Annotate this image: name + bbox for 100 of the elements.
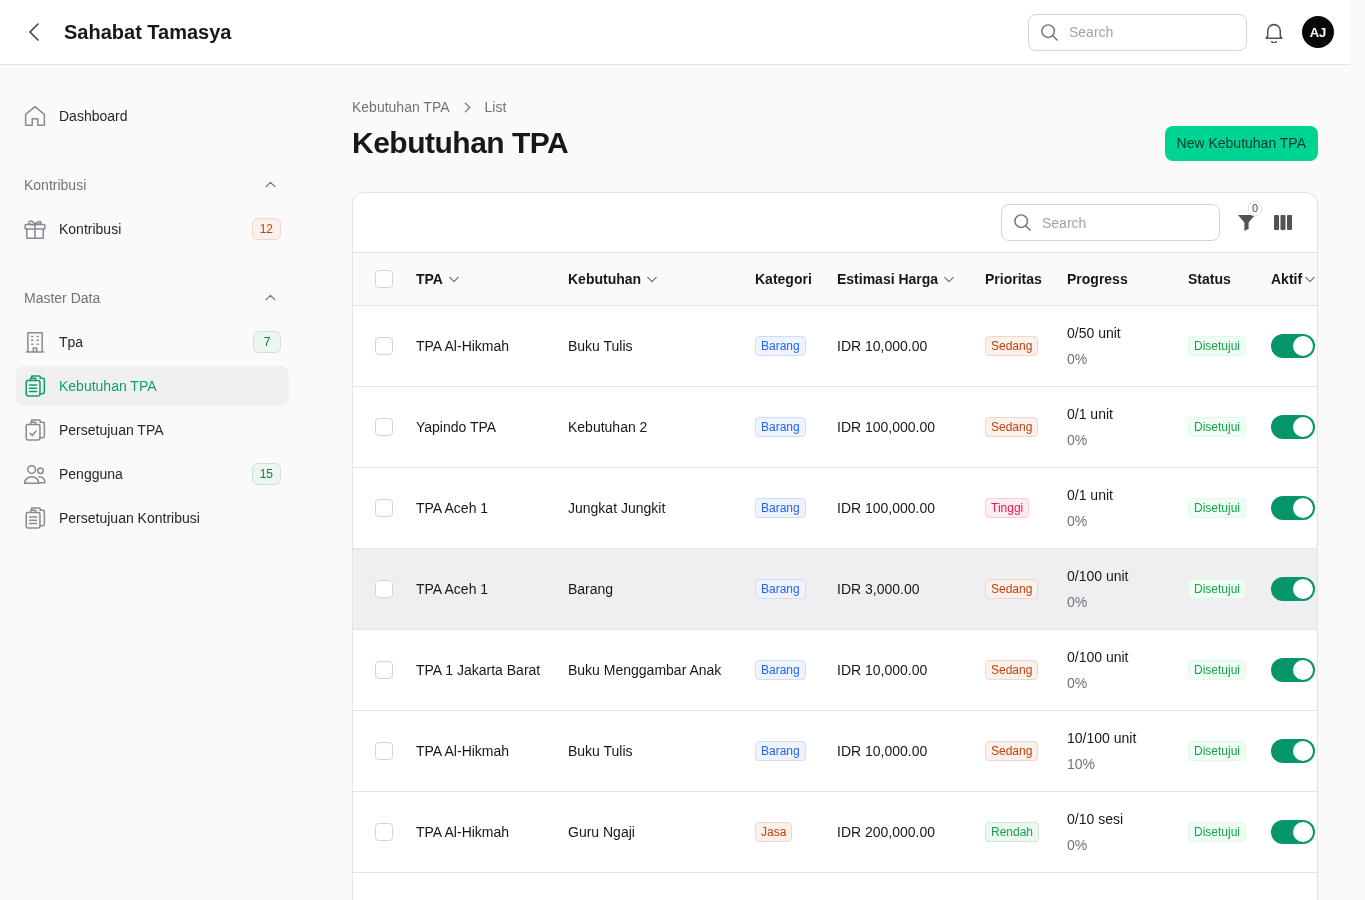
price-text: IDR 10,000.00 (837, 338, 928, 354)
tpa-name: TPA Al-Hikmah (416, 824, 510, 840)
column-header[interactable]: Aktif (1271, 271, 1316, 287)
progress-text: 0/50 unit (1067, 324, 1121, 343)
filter-icon[interactable] (1238, 214, 1255, 231)
bell-icon[interactable] (1265, 21, 1283, 43)
status-tag: Disetujui (1188, 498, 1247, 518)
count-badge: 12 (251, 218, 281, 240)
row-checkbox[interactable] (375, 823, 393, 841)
price-text: IDR 100,000.00 (837, 419, 936, 435)
section-label: Kontribusi (24, 176, 87, 193)
count-badge: 7 (253, 331, 281, 353)
price-text: IDR 10,000.00 (837, 662, 928, 678)
row-checkbox[interactable] (375, 580, 393, 598)
select-all-checkbox[interactable] (375, 270, 393, 288)
chevron-icon[interactable] (265, 294, 276, 301)
users-icon (24, 463, 46, 485)
sidebar-item[interactable]: Kontribusi (16, 209, 244, 249)
priority-tag: Sedang (985, 660, 1039, 680)
sidebar-item[interactable]: Tpa (16, 322, 245, 362)
priority-tag: Sedang (985, 579, 1039, 599)
price-text: IDR 3,000.00 (837, 581, 920, 597)
toggle-switch[interactable] (1271, 415, 1315, 439)
need-name: Buku Tulis (568, 338, 633, 354)
page-title: Kebutuhan TPA (352, 125, 569, 161)
chevron-icon[interactable] (265, 181, 276, 188)
columns-icon[interactable] (1274, 215, 1292, 230)
progress-percent: 0% (1067, 512, 1088, 531)
need-name: Buku Tulis (568, 743, 633, 759)
tpa-name: TPA 1 Jakarta Barat (416, 662, 541, 678)
search-field[interactable]: Search (1028, 13, 1247, 51)
column-header[interactable]: TPA (416, 271, 459, 287)
column-header: Kategori (755, 271, 812, 287)
sidebar-item[interactable]: Pengguna (16, 454, 244, 494)
progress-text: 0/100 unit (1067, 648, 1129, 667)
category-tag: Barang (755, 417, 806, 437)
gift-icon (24, 218, 46, 240)
price-text: IDR 200,000.00 (837, 824, 936, 840)
status-tag: Disetujui (1188, 660, 1247, 680)
app-title: Sahabat Tamasya (64, 20, 232, 44)
search-field[interactable]: Search (1001, 204, 1220, 241)
status-tag: Disetujui (1188, 579, 1247, 599)
toggle-switch[interactable] (1271, 739, 1315, 763)
column-header[interactable]: Kebutuhan (568, 271, 658, 287)
category-tag: Barang (755, 741, 806, 761)
need-name: Guru Ngaji (568, 824, 635, 840)
toggle-switch[interactable] (1271, 496, 1315, 520)
priority-tag: Sedang (985, 417, 1039, 437)
row-checkbox[interactable] (375, 742, 393, 760)
row-checkbox[interactable] (375, 661, 393, 679)
breadcrumb-link[interactable]: Kebutuhan TPA (352, 99, 450, 115)
status-tag: Disetujui (1188, 336, 1247, 356)
priority-tag: Tinggi (985, 498, 1030, 518)
tpa-name: Yapindo TPA (416, 419, 497, 435)
clipboard-list-icon (24, 375, 46, 397)
priority-tag: Rendah (985, 822, 1040, 842)
progress-text: 0/10 sesi (1067, 810, 1124, 829)
priority-tag: Sedang (985, 336, 1039, 356)
toggle-switch[interactable] (1271, 334, 1315, 358)
progress-percent: 0% (1067, 836, 1088, 855)
user-avatar[interactable]: AJ (1302, 16, 1334, 48)
row-checkbox[interactable] (375, 499, 393, 517)
need-name: Jungkat Jungkit (568, 500, 666, 516)
progress-text: 0/100 unit (1067, 567, 1129, 586)
search-icon (1041, 23, 1058, 41)
sidebar-item[interactable]: Persetujuan TPA (16, 410, 289, 450)
building-icon (24, 331, 46, 353)
progress-text: 0/1 unit (1067, 405, 1113, 424)
sidebar-item[interactable]: Persetujuan Kontribusi (16, 498, 289, 538)
chevron-down-icon (448, 275, 459, 283)
priority-tag: Sedang (985, 741, 1039, 761)
clipboard-icon (24, 507, 46, 529)
breadcrumb-link[interactable]: List (484, 99, 507, 115)
chevron-left-icon[interactable] (29, 23, 39, 41)
category-tag: Jasa (755, 822, 793, 842)
status-tag: Disetujui (1188, 741, 1247, 761)
row-checkbox[interactable] (375, 418, 393, 436)
clipboard-check-icon (24, 419, 46, 441)
progress-percent: 0% (1067, 674, 1088, 693)
price-text: IDR 10,000.00 (837, 743, 928, 759)
column-header[interactable]: Estimasi Harga (837, 271, 955, 287)
category-tag: Barang (755, 660, 806, 680)
need-name: Buku Menggambar Anak (568, 662, 722, 678)
toggle-switch[interactable] (1271, 820, 1315, 844)
filter-count-badge: 0 (1248, 200, 1263, 216)
tpa-name: TPA Aceh 1 (416, 581, 489, 597)
chevron-down-icon (1305, 275, 1316, 283)
count-badge: 15 (251, 463, 281, 485)
progress-text: 10/100 unit (1067, 729, 1137, 748)
column-header: Status (1188, 271, 1231, 287)
chevron-down-icon (944, 275, 955, 283)
category-tag: Barang (755, 498, 806, 518)
search-icon (1014, 214, 1031, 231)
create-button[interactable]: New Kebutuhan TPA (1164, 125, 1318, 161)
toggle-switch[interactable] (1271, 577, 1315, 601)
toggle-switch[interactable] (1271, 658, 1315, 682)
sidebar-item[interactable]: Dashboard (16, 96, 289, 136)
column-header: Progress (1067, 271, 1128, 287)
progress-percent: 0% (1067, 593, 1088, 612)
row-checkbox[interactable] (375, 337, 393, 355)
